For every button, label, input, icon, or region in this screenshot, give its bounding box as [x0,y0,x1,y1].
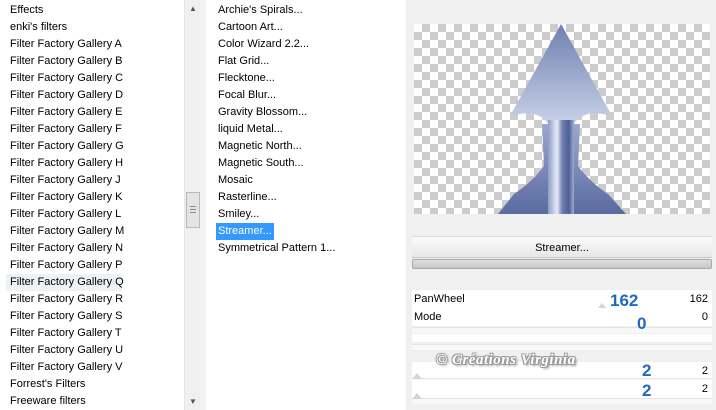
filter-category-item[interactable]: Filter Factory Gallery M [10,223,124,240]
filter-list-scrollbar[interactable]: ▲ ▼ [184,0,200,410]
filter-category-item[interactable]: Filter Factory Gallery H [10,155,123,172]
param-value: 162 [689,293,708,305]
filter-category-item[interactable]: Filter Factory Gallery C [10,70,123,87]
filter-category-item[interactable]: Filter Factory Gallery A [10,36,122,53]
filter-category-item[interactable]: Forrest's Filters [10,376,85,393]
filter-category-item[interactable]: Filter Factory Gallery K [10,189,122,206]
blank-slider[interactable] [412,344,712,350]
effect-item[interactable]: Gravity Blossom... [218,104,307,121]
effect-item[interactable]: Symmetrical Pattern 1... [218,240,335,257]
overlay-number: 0 [637,314,647,333]
filter-category-item[interactable]: Filter Factory Gallery L [10,206,121,223]
filter-category-item[interactable]: Filter Factory Gallery S [10,308,122,325]
effect-item[interactable]: Magnetic South... [218,155,304,172]
scroll-up-arrow-icon[interactable]: ▲ [185,0,201,17]
filter-category-item[interactable]: Filter Factory Gallery G [10,138,124,155]
filter-category-item[interactable]: Filter Factory Gallery Q [6,274,124,291]
filter-category-item[interactable]: Filter Factory Gallery U [10,342,123,359]
param4-slider[interactable] [412,393,712,404]
slider-thumb-icon[interactable] [412,393,422,399]
effect-item[interactable]: Flat Grid... [218,53,269,70]
filter-category-item[interactable]: Filter Factory Gallery E [10,104,122,121]
streamer-apply-button[interactable]: Streamer... [412,236,712,258]
overlay-number: 2 [642,381,652,400]
param-row-blank [412,334,712,342]
effect-item[interactable]: Archie's Spirals... [218,2,303,19]
filter-category-item[interactable]: Effects [10,2,43,19]
filter-category-item[interactable]: Filter Factory Gallery P [10,257,122,274]
effect-item[interactable]: Color Wizard 2.2... [218,36,309,53]
effect-item[interactable]: Mosaic [218,172,253,189]
filter-category-item[interactable]: Filter Factory Gallery T [10,325,122,342]
param-row-4[interactable]: 2 [412,380,712,398]
effect-item[interactable]: Focal Blur... [218,87,276,104]
filter-category-list[interactable]: Effects enki's filters Filter Factory Gall… [0,0,184,410]
effect-item[interactable]: Rasterline... [218,189,277,206]
filter-category-item[interactable]: Freeware filters [10,393,86,410]
param-value: 0 [701,311,708,323]
filter-category-item[interactable]: Filter Factory Gallery J [10,172,121,189]
param-label: PanWheel [414,293,465,305]
effect-item[interactable]: Flecktone... [218,70,275,87]
filter-category-item[interactable]: Filter Factory Gallery N [10,240,123,257]
effect-item[interactable]: Cartoon Art... [218,19,283,36]
scroll-down-arrow-icon[interactable]: ▼ [185,393,201,410]
effect-item[interactable]: Magnetic North... [218,138,302,155]
effect-item[interactable]: Streamer... [216,223,274,240]
effect-item[interactable]: liquid Metal... [218,121,283,138]
progress-bar [412,259,712,269]
overlay-number: 162 [610,291,639,310]
watermark-text: © Créations Virginia [436,352,576,368]
effect-preview [414,24,710,214]
filter-category-item[interactable]: Filter Factory Gallery F [10,121,122,138]
scroll-grip-icon [190,206,196,214]
filter-category-item[interactable]: Filter Factory Gallery D [10,87,123,104]
filter-category-item[interactable]: enki's filters [10,19,67,36]
mode-slider[interactable] [412,327,712,333]
scroll-thumb[interactable] [186,192,200,228]
slider-thumb-icon[interactable] [412,373,422,379]
arrow-preview-image [498,24,626,214]
filter-category-item[interactable]: Filter Factory Gallery V [10,359,122,376]
effect-item[interactable]: Smiley... [218,206,259,223]
overlay-number: 2 [642,361,652,380]
param-label: Mode [414,311,442,323]
filter-category-item[interactable]: Filter Factory Gallery B [10,53,122,70]
effect-list[interactable]: Archie's Spirals... Cartoon Art... Color W… [206,0,406,410]
param-row-mode[interactable]: Mode 0 [412,308,712,326]
param-value: 2 [701,383,708,395]
param-row-panwheel[interactable]: PanWheel 162 [412,290,712,308]
filter-category-item[interactable]: Filter Factory Gallery R [10,291,123,308]
